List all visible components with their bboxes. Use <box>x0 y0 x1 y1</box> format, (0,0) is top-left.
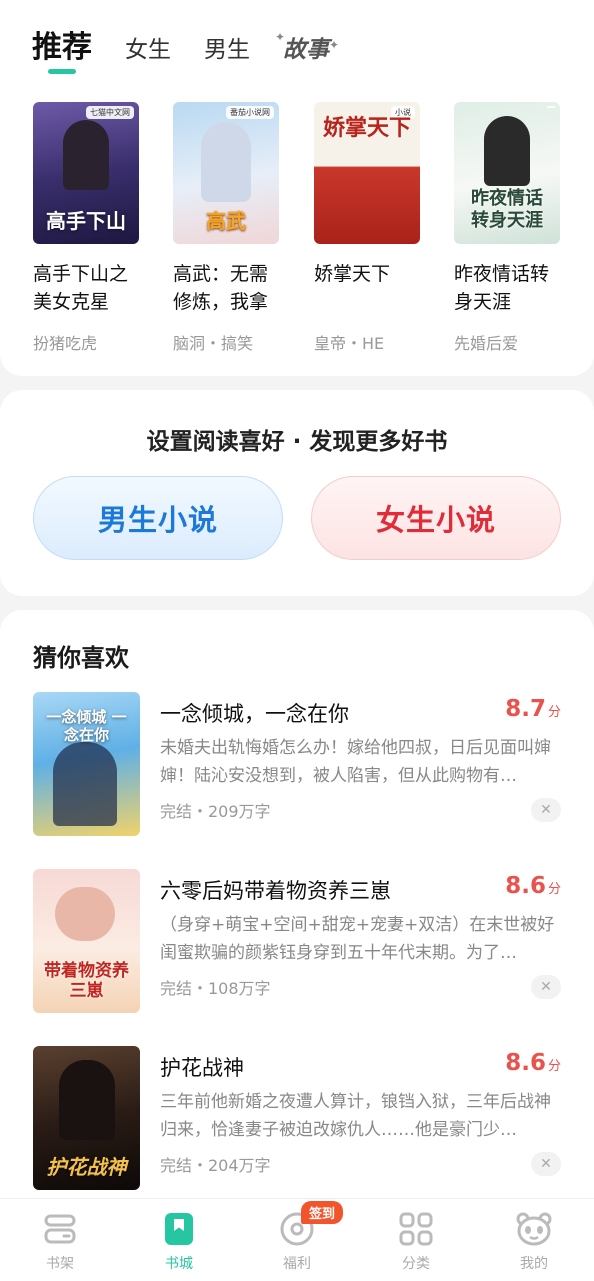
nav-profile[interactable]: 我的 <box>494 1211 574 1273</box>
book-title: 高武：无需修炼，我拿 <box>173 263 269 313</box>
bookshelf-icon <box>42 1211 78 1247</box>
book-title: 一念倾城，一念在你 <box>160 702 349 726</box>
cover-title: 一念倾城 一念在你 <box>46 708 127 744</box>
score-value: 8.6 <box>505 873 546 899</box>
cover-title: 护花战神 <box>46 1155 127 1179</box>
male-novel-button[interactable]: 男生小说 <box>33 476 283 560</box>
cover-figure <box>55 887 115 941</box>
section-title: 猜你喜欢 <box>33 644 129 672</box>
cover-brand: 番茄小说网 <box>226 106 274 119</box>
book-cover: 昨夜情话 转身天涯 <box>454 102 560 244</box>
nav-label: 福利 <box>283 1256 311 1272</box>
cover-title: 高手下山 <box>46 209 126 233</box>
score-value: 8.7 <box>505 696 546 722</box>
book-score: 8.6 分 <box>505 873 561 899</box>
book-list-item[interactable]: 护花战神 护花战神 8.6 分 三年前他新婚之夜遭人算计，锒铛入狱，三年后战神归来… <box>0 1046 594 1191</box>
nav-label: 分类 <box>402 1256 430 1272</box>
preference-title: 设置阅读喜好 · 发现更多好书 <box>146 429 448 455</box>
checkin-badge: 签到 <box>301 1201 344 1224</box>
tab-female[interactable]: 女生 <box>125 30 171 64</box>
book-title: 昨夜情话转身天涯 <box>454 263 550 313</box>
book-list-item[interactable]: 带着物资养三崽 六零后妈带着物资养三崽 8.6 分 （身穿+萌宝+空间+甜宠+宠妻… <box>0 869 594 1014</box>
female-novel-button[interactable]: 女生小说 <box>311 476 561 560</box>
coin-icon: 签到 <box>279 1201 344 1247</box>
tab-male[interactable]: 男生 <box>204 30 250 64</box>
book-meta: 完结・108万字 <box>160 979 271 998</box>
book-cover: 七猫中文网 高手下山 <box>33 102 139 244</box>
book-cover: 小说 娇掌天下 <box>314 102 420 244</box>
tab-recommend-label: 推荐 <box>32 30 92 65</box>
sparkle-icon: ✦ <box>275 30 286 44</box>
sparkle-icon: ✦ <box>328 38 339 52</box>
dismiss-icon[interactable]: ✕ <box>531 975 561 999</box>
cover-figure <box>201 122 251 202</box>
book-tags: 脑洞・搞笑 <box>173 334 254 353</box>
book-title: 六零后妈带着物资养三崽 <box>160 879 391 903</box>
bottom-navigation: 书架 书城 签到 福利 分类 我的 <box>0 1198 594 1281</box>
score-value: 8.6 <box>505 1050 546 1076</box>
tab-story-label: 故事 <box>283 37 329 63</box>
book-cover: 一念倾城 一念在你 <box>33 692 140 836</box>
score-unit: 分 <box>547 705 561 720</box>
book-description: （身穿+萌宝+空间+甜宠+宠妻+双洁）在末世被好闺蜜欺骗的颜紫钰身穿到五十年代末… <box>160 915 555 963</box>
cover-title: 昨夜情话 转身天涯 <box>471 188 543 231</box>
category-tabs: 推荐 女生 男生 故事 ✦ ✦ <box>32 22 362 74</box>
nav-bookstore[interactable]: 书城 <box>139 1211 219 1273</box>
book-score: 8.6 分 <box>505 1050 561 1076</box>
book-tags: 先婚后爱 <box>454 334 519 353</box>
cover-title: 娇掌天下 <box>322 116 411 141</box>
nav-label: 书架 <box>46 1256 74 1272</box>
cover-figure <box>53 742 117 826</box>
dismiss-icon[interactable]: ✕ <box>531 798 561 822</box>
active-tab-indicator <box>48 69 76 74</box>
book-cover: 番茄小说网 高武 <box>173 102 279 244</box>
recommended-book[interactable]: 小说 娇掌天下 娇掌天下 皇帝・HE <box>314 102 420 354</box>
book-cover: 带着物资养三崽 <box>33 869 140 1013</box>
panda-avatar-icon <box>516 1211 552 1247</box>
book-list-item[interactable]: 一念倾城 一念在你 一念倾城，一念在你 8.7 分 未婚夫出轨悔婚怎么办！嫁给他四… <box>0 692 594 837</box>
book-cover: 护花战神 <box>33 1046 140 1190</box>
book-title: 娇掌天下 <box>314 263 391 285</box>
dismiss-icon[interactable]: ✕ <box>531 1152 561 1176</box>
cover-figure <box>59 1060 115 1140</box>
cover-title: 高武 <box>206 209 246 233</box>
recommended-book[interactable]: 番茄小说网 高武 高武：无需修炼，我拿 脑洞・搞笑 <box>173 102 279 354</box>
tab-story[interactable]: 故事 ✦ ✦ <box>275 30 339 64</box>
book-tags: 皇帝・HE <box>314 334 385 353</box>
nav-welfare[interactable]: 签到 福利 <box>257 1201 344 1273</box>
nav-label: 我的 <box>520 1256 548 1272</box>
book-score: 8.7 分 <box>505 696 561 722</box>
book-description: 三年前他新婚之夜遭人算计，锒铛入狱，三年后战神归来，恰逢妻子被迫改嫁仇人……他是… <box>160 1092 551 1140</box>
cover-brand: 七猫中文网 <box>86 106 134 119</box>
score-unit: 分 <box>547 882 561 897</box>
nav-category[interactable]: 分类 <box>376 1211 456 1273</box>
cover-brand <box>547 106 555 108</box>
category-grid-icon <box>398 1211 434 1247</box>
nav-bookshelf[interactable]: 书架 <box>20 1211 100 1273</box>
guess-you-like-card: 猜你喜欢 一念倾城 一念在你 一念倾城，一念在你 8.7 分 未婚夫出轨悔婚怎么办… <box>0 610 594 1210</box>
cover-figure <box>484 116 530 186</box>
nav-label: 书城 <box>165 1256 193 1272</box>
tab-recommend[interactable]: 推荐 <box>32 22 92 74</box>
recommended-book[interactable]: 昨夜情话 转身天涯 昨夜情话转身天涯 先婚后爱 <box>454 102 560 354</box>
recommend-card: 推荐 女生 男生 故事 ✦ ✦ 七猫中文网 高手下山 高手下山之美女克星 扮猪吃… <box>0 0 594 376</box>
score-unit: 分 <box>547 1059 561 1074</box>
bookstore-icon <box>161 1211 197 1247</box>
reading-preference-card: 设置阅读喜好 · 发现更多好书 男生小说 女生小说 <box>0 390 594 596</box>
book-description: 未婚夫出轨悔婚怎么办！嫁给他四叔，日后见面叫婶婶！陆沁安没想到，被人陷害，但从此… <box>160 738 551 786</box>
book-meta: 完结・209万字 <box>160 802 271 821</box>
book-title: 护花战神 <box>160 1056 244 1080</box>
recommended-book[interactable]: 七猫中文网 高手下山 高手下山之美女克星 扮猪吃虎 <box>33 102 139 354</box>
cover-figure <box>63 120 109 190</box>
book-tags: 扮猪吃虎 <box>33 334 98 353</box>
cover-title: 带着物资养三崽 <box>44 961 129 1001</box>
book-title: 高手下山之美女克星 <box>33 263 129 313</box>
book-meta: 完结・204万字 <box>160 1156 271 1175</box>
